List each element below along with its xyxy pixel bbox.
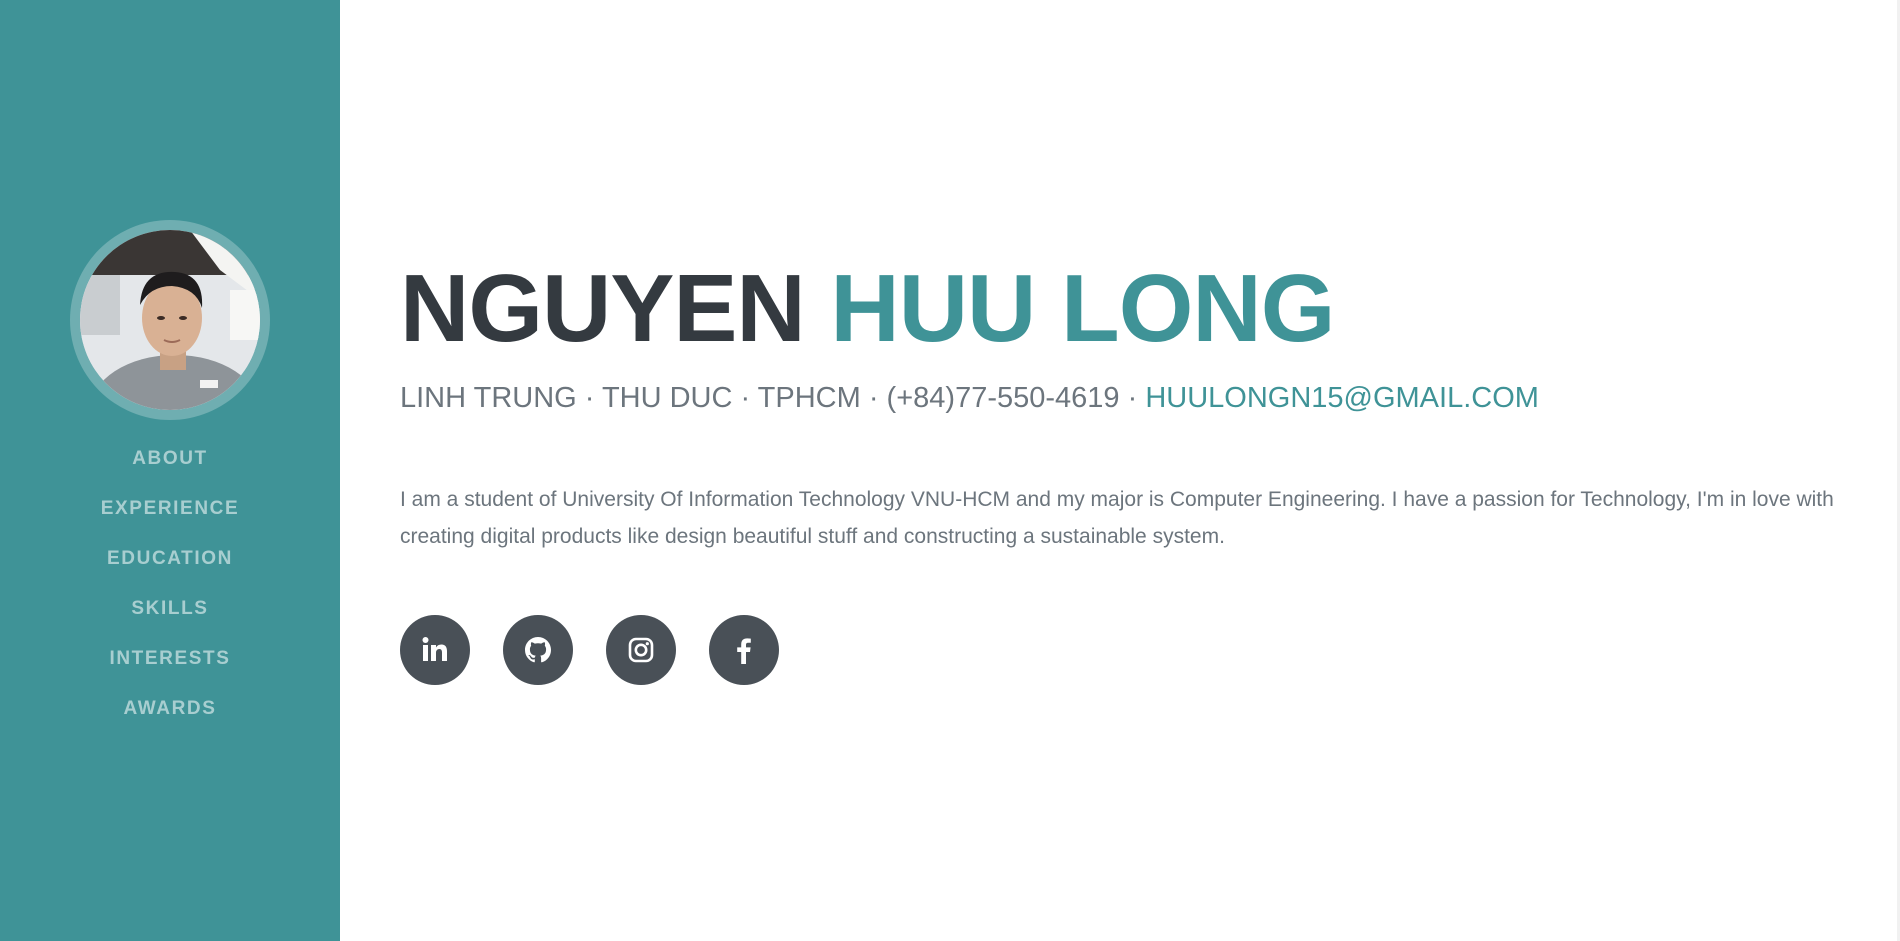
nav-link-awards[interactable]: AWARDS: [124, 691, 217, 726]
social-icons: [400, 615, 779, 685]
facebook-button[interactable]: [709, 615, 779, 685]
contact-line: LINH TRUNG · THU DUC · TPHCM · (+84)77-5…: [400, 378, 1539, 418]
bio-text: I am a student of University Of Informat…: [400, 488, 1834, 548]
github-button[interactable]: [503, 615, 573, 685]
sidebar: ABOUT EXPERIENCE EDUCATION SKILLS INTERE…: [0, 0, 340, 941]
nav-link-interests[interactable]: INTERESTS: [109, 641, 230, 676]
nav-item-experience: EXPERIENCE: [0, 491, 340, 541]
nav-link-about[interactable]: ABOUT: [132, 441, 208, 476]
avatar[interactable]: [80, 230, 260, 410]
nav-link-skills[interactable]: SKILLS: [131, 591, 208, 626]
nav-link-education[interactable]: EDUCATION: [107, 541, 233, 576]
nav-item-about: ABOUT: [0, 441, 340, 491]
nav-item-skills: SKILLS: [0, 591, 340, 641]
instagram-button[interactable]: [606, 615, 676, 685]
github-icon: [525, 637, 551, 663]
last-name: HUU LONG: [830, 255, 1335, 362]
first-name: NGUYEN: [400, 255, 806, 362]
email-link[interactable]: HUULONGN15@GMAIL.COM: [1145, 382, 1539, 414]
nav-item-awards: AWARDS: [0, 691, 340, 741]
avatar-frame: [70, 220, 270, 420]
profile-photo: [80, 230, 260, 410]
about-section: NGUYEN HUU LONG LINH TRUNG · THU DUC · T…: [400, 0, 1840, 941]
address-text: LINH TRUNG · THU DUC · TPHCM · (+84)77-5…: [400, 382, 1146, 414]
nav-item-education: EDUCATION: [0, 541, 340, 591]
sidebar-nav: ABOUT EXPERIENCE EDUCATION SKILLS INTERE…: [0, 441, 340, 741]
nav-item-interests: INTERESTS: [0, 641, 340, 691]
nav-link-experience[interactable]: EXPERIENCE: [101, 491, 239, 526]
linkedin-icon: [422, 637, 447, 661]
page-title: NGUYEN HUU LONG: [400, 254, 1335, 364]
linkedin-button[interactable]: [400, 615, 470, 685]
instagram-icon: [628, 637, 654, 663]
facebook-icon: [737, 638, 751, 664]
